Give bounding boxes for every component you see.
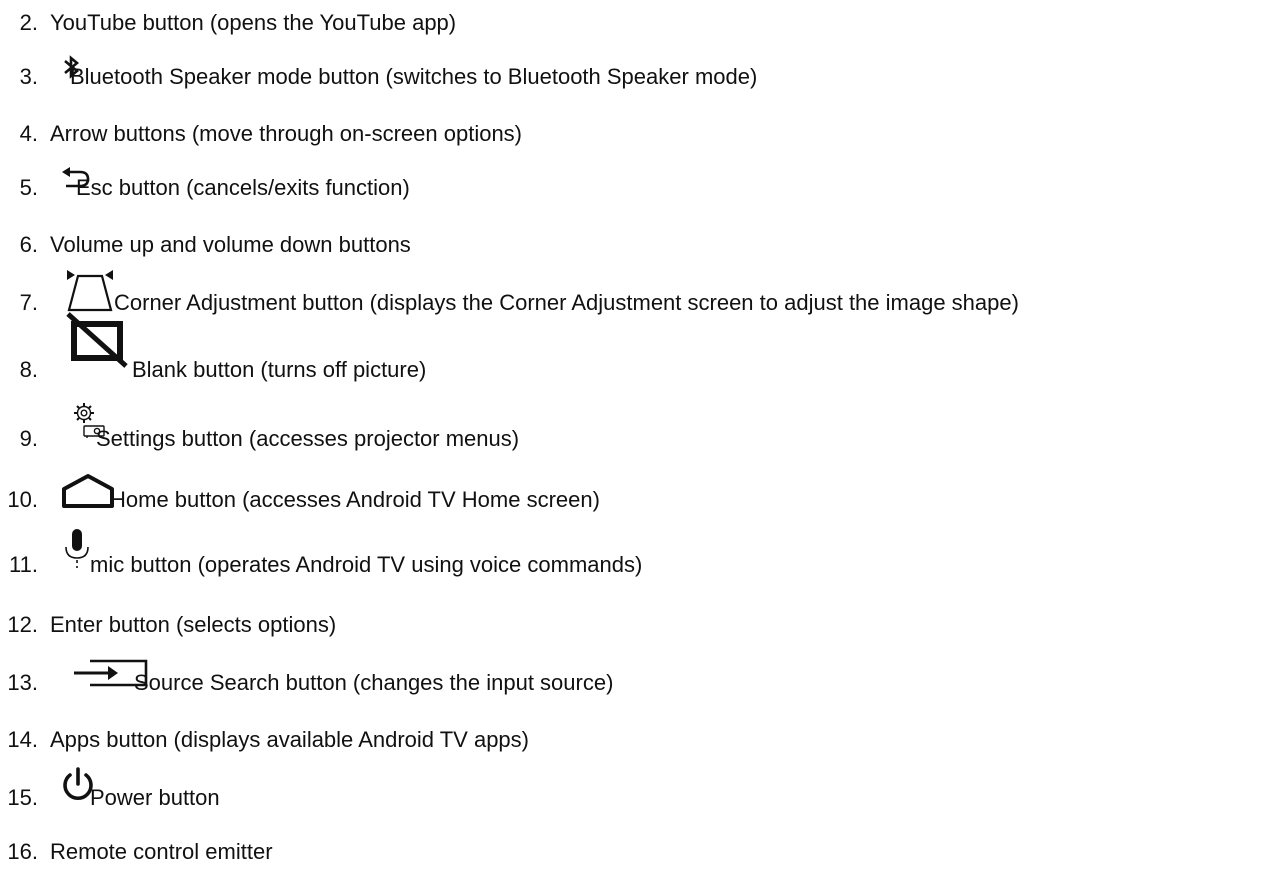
item-number: 7.	[19, 290, 38, 315]
bluetooth-icon	[62, 55, 80, 79]
list-item: 2. YouTube button (opens the YouTube app…	[0, 2, 456, 36]
item-number: 4.	[19, 121, 38, 146]
settings-projector-icon	[70, 400, 108, 440]
item-text: YouTube button (opens the YouTube app)	[50, 10, 457, 35]
item-number: 16.	[7, 839, 38, 864]
list-item: 3. Bluetooth Speaker mode button (switch…	[0, 56, 758, 90]
item-text: Source Search button (changes the input …	[134, 670, 614, 695]
item-number: 13.	[7, 670, 38, 695]
list-item: 4. Arrow buttons (move through on-screen…	[0, 113, 522, 147]
microphone-icon	[62, 527, 92, 571]
power-icon	[60, 767, 96, 803]
item-text: Remote control emitter	[50, 839, 273, 864]
item-text: Home button (accesses Android TV Home sc…	[110, 487, 600, 512]
item-number: 12.	[7, 612, 38, 637]
item-text: Blank button (turns off picture)	[132, 357, 427, 382]
item-text: Volume up and volume down buttons	[50, 232, 411, 257]
back-arrow-icon	[60, 166, 92, 188]
source-input-icon	[72, 657, 148, 689]
item-text: Bluetooth Speaker mode button (switches …	[70, 64, 758, 89]
item-text: Settings button (accesses projector menu…	[96, 426, 520, 451]
item-text: Enter button (selects options)	[50, 612, 337, 637]
item-number: 6.	[19, 232, 38, 257]
list-item: 15. Power button	[0, 777, 220, 811]
blank-screen-icon	[66, 312, 132, 368]
item-text: Arrow buttons (move through on-screen op…	[50, 121, 523, 146]
item-number: 14.	[7, 727, 38, 752]
list-item: 11. mic button (operates Android TV usin…	[0, 544, 642, 578]
item-text: Apps button (displays available Android …	[50, 727, 529, 752]
list-item: 7. Corner Adjustment button (displays th…	[0, 282, 1019, 316]
item-number: 5.	[19, 175, 38, 200]
item-number: 15.	[7, 785, 38, 810]
list-item: 16. Remote control emitter	[0, 831, 273, 865]
item-text: Esc button (cancels/exits function)	[76, 175, 410, 200]
button-description-list: 2. YouTube button (opens the YouTube app…	[0, 0, 1264, 870]
item-text: Corner Adjustment button (displays the C…	[114, 290, 1019, 315]
home-icon	[60, 473, 116, 509]
list-item: 12. Enter button (selects options)	[0, 604, 336, 638]
item-number: 9.	[19, 426, 38, 451]
item-number: 3.	[19, 64, 38, 89]
list-item: 8. Blank button (turns off picture)	[0, 349, 427, 383]
item-number: 11.	[9, 552, 38, 577]
item-number: 10.	[7, 487, 38, 512]
item-text: Power button	[90, 785, 220, 810]
item-number: 8.	[19, 357, 38, 382]
list-item: 6. Volume up and volume down buttons	[0, 224, 411, 258]
corner-adjustment-icon	[64, 270, 116, 314]
item-text: mic button (operates Android TV using vo…	[90, 552, 643, 577]
list-item: 14. Apps button (displays available Andr…	[0, 719, 529, 753]
item-number: 2.	[19, 10, 38, 35]
